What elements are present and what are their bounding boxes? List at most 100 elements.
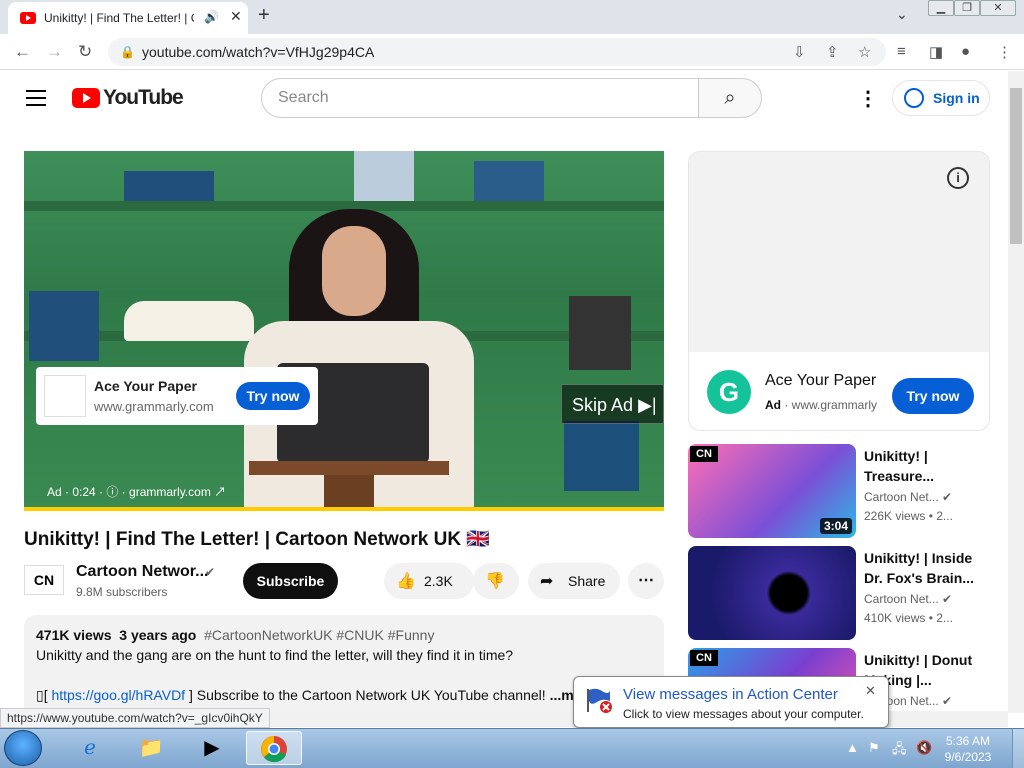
recommended-channel: Cartoon Net... ✔ [864,490,952,504]
open-book [124,301,254,341]
browser-tab[interactable]: Unikitty! | Find The Letter! | C 🔊 ✕ [8,2,248,34]
recommended-video[interactable]: Unikitty! | Inside Dr. Fox's Brain... Ca… [688,546,990,640]
media-player-icon[interactable]: ▶ [184,731,240,765]
lock-icon[interactable]: 🔒 [120,45,135,59]
recommended-title[interactable]: Unikitty! | Treasure... [864,446,982,486]
recommended-video[interactable]: CN 3:04 Unikitty! | Treasure... Cartoon … [688,444,990,538]
grammarly-logo-icon: G [707,370,751,414]
tab-search-chevron-icon[interactable]: ⌄ [896,6,908,23]
audio-playing-icon[interactable]: 🔊 [204,10,219,24]
youtube-wordmark[interactable]: YouTube [103,86,184,110]
install-app-icon[interactable]: ⇩ [793,43,806,61]
verified-icon: ✔ [205,565,216,579]
reload-button[interactable]: ↻ [78,42,92,62]
side-panel-icon[interactable]: ◨ [929,43,943,61]
sidebar-ad-url: · www.grammarly [784,398,878,412]
close-tab-icon[interactable]: ✕ [230,8,242,25]
search-button[interactable]: ⌕ [698,78,762,118]
media-control-icon[interactable]: ≡ [897,43,906,60]
maximize-button[interactable]: ❐ [954,0,980,16]
sign-in-button[interactable]: Sign in [892,80,990,116]
scrollbar-thumb[interactable] [1010,88,1022,244]
new-tab-button[interactable]: + [258,4,270,27]
like-button[interactable]: 👍 2.3K [384,563,474,599]
action-center-notification[interactable]: View messages in Action Center Click to … [573,676,889,728]
menu-hamburger-icon[interactable] [26,90,46,106]
book [564,421,639,491]
description-link[interactable]: https://goo.gl/hRAVDf [51,687,185,703]
tab-title: Unikitty! | Find The Letter! | C [44,11,194,25]
podium-stand [324,475,374,511]
forward-button[interactable]: → [46,42,63,62]
close-window-button[interactable]: ✕ [980,0,1016,16]
ad-try-now-button[interactable]: Try now [236,382,310,410]
ad-image [44,375,86,417]
sidebar-ad-try-now-button[interactable]: Try now [892,378,974,414]
book [354,151,414,201]
skip-ad-label: Skip Ad [572,395,634,415]
description-text: Unikitty and the gang are on the hunt to… [36,647,514,663]
volume-muted-icon[interactable]: 🔇 [916,740,932,756]
cn-badge: CN [690,446,718,462]
dislike-button[interactable]: 👎 [473,563,519,599]
ad-info-text[interactable]: Ad · 0:24 · ⓘ · grammarly.com ↗ [47,483,226,500]
book-stack [124,171,214,201]
profile-icon[interactable]: ● [961,43,970,60]
recommended-meta: 226K views • 2... [864,509,953,523]
presenter-face [322,226,386,316]
more-horizontal-icon: ⋯ [638,572,654,589]
search-icon: ⌕ [724,87,736,109]
ad-progress-bar[interactable] [24,507,664,511]
info-icon[interactable]: i [947,167,969,189]
minimize-button[interactable]: ▁ [928,0,954,16]
thumbs-down-icon: 👎 [485,573,505,590]
ad-label: Ad [765,398,781,412]
ad-media [689,152,989,352]
verified-icon: ✔ [942,694,953,708]
back-button[interactable]: ← [14,42,31,62]
chrome-taskbar-icon[interactable] [246,731,302,765]
video-player[interactable] [24,151,664,511]
channel-avatar[interactable]: CN [24,565,64,595]
subscribe-button[interactable]: Subscribe [243,563,338,599]
hashtags[interactable]: #CartoonNetworkUK #CNUK #Funny [204,627,434,643]
youtube-logo-icon[interactable] [72,88,100,108]
more-actions-button[interactable]: ⋯ [628,563,664,599]
video-ad-overlay[interactable]: Ace Your Paper www.grammarly.com Try now [36,367,318,425]
verified-icon: ✔ [942,592,953,606]
sidebar-ad[interactable]: i G Ace Your Paper Ad · www.grammarly Tr… [688,151,990,431]
action-center-flag-icon [584,685,614,715]
browser-menu-icon[interactable]: ⋮ [997,43,1012,61]
search-placeholder[interactable]: Search [278,89,329,107]
channel-name[interactable]: Cartoon Networ... [76,563,208,581]
taskbar-clock[interactable]: 5:36 AM 9/6/2023 [936,733,1000,765]
close-icon[interactable]: ✕ [865,683,876,699]
view-count: 471K views [36,627,112,643]
verified-icon: ✔ [942,490,953,504]
bookmark-star-icon[interactable]: ☆ [858,43,871,61]
video-title: Unikitty! | Find The Letter! | Cartoon N… [24,529,491,550]
subscriber-count: 9.8M subscribers [76,585,168,599]
podium [249,461,449,475]
recommended-title[interactable]: Unikitty! | Inside Dr. Fox's Brain... [864,548,982,588]
start-button[interactable] [4,730,42,766]
file-explorer-icon[interactable]: 📁 [123,731,179,765]
settings-kebab-icon[interactable]: ⋮ [858,86,878,111]
skip-ad-button[interactable]: Skip Ad ▶| [561,384,664,424]
notification-heading[interactable]: View messages in Action Center [623,686,838,703]
share-label: Share [568,573,606,589]
share-page-icon[interactable]: ⇪ [826,43,839,61]
show-desktop-button[interactable] [1012,729,1024,768]
channel-label: Cartoon Net... [864,490,939,504]
action-center-tray-icon[interactable]: ⚑ [868,740,880,756]
book [29,291,99,361]
internet-explorer-icon[interactable]: ℯ [62,731,118,765]
status-bar-url: https://www.youtube.com/watch?v=_gIcv0ih… [0,708,270,728]
video-thumbnail[interactable]: CN 3:04 [688,444,856,538]
video-thumbnail[interactable] [688,546,856,640]
description-text-2: ] Subscribe to the Cartoon Network UK Yo… [188,687,546,703]
share-button[interactable]: ➦ Share [528,563,620,599]
network-icon[interactable]: 🖧 [892,740,907,762]
url-text[interactable]: youtube.com/watch?v=VfHJg29p4CA [142,44,374,60]
show-hidden-icons[interactable]: ▲ [846,740,859,755]
